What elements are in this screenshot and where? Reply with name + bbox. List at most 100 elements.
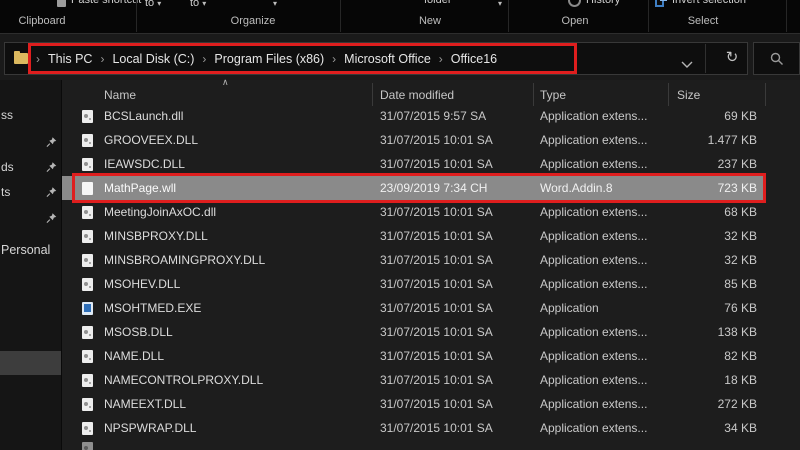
table-row[interactable]: MeetingJoinAxOC.dll 31/07/2015 10:01 SA … <box>62 200 765 224</box>
column-divider[interactable] <box>668 83 669 106</box>
file-name: MINSBROAMINGPROXY.DLL <box>104 253 380 267</box>
table-row[interactable]: GROOVEEX.DLL 31/07/2015 10:01 SA Applica… <box>62 128 765 152</box>
file-date: 31/07/2015 10:01 SA <box>380 349 540 363</box>
file-list: ∧ Name Date modified Type Size BCSLaunch… <box>62 80 800 450</box>
table-row[interactable]: MINSBPROXY.DLL 31/07/2015 10:01 SA Appli… <box>62 224 765 248</box>
chevron-down-icon[interactable]: ▾ <box>273 0 277 8</box>
ribbon-group-open: Open <box>525 15 625 27</box>
search-input[interactable] <box>753 42 800 75</box>
pin-icon[interactable] <box>46 135 57 153</box>
file-type: Application extens... <box>540 325 677 339</box>
refresh-icon[interactable]: ↻ <box>717 48 747 66</box>
file-name: MeetingJoinAxOC.dll <box>104 205 380 219</box>
paste-shortcut-icon <box>57 0 66 7</box>
paste-shortcut-button[interactable]: Paste shortcut <box>71 0 141 6</box>
chevron-right-icon: › <box>31 52 45 66</box>
ribbon-group-divider <box>340 0 341 32</box>
table-row[interactable]: NAMECONTROLPROXY.DLL 31/07/2015 10:01 SA… <box>62 368 765 392</box>
pin-icon[interactable] <box>46 185 57 203</box>
file-icon <box>82 254 93 267</box>
table-row[interactable]: MathPage.wll 23/09/2019 7:34 CH Word.Add… <box>62 176 765 200</box>
file-size: 32 KB <box>677 229 765 243</box>
file-icon <box>82 230 93 243</box>
folder-icon[interactable] <box>14 53 28 64</box>
table-row[interactable]: IEAWSDC.DLL 31/07/2015 10:01 SA Applicat… <box>62 152 765 176</box>
sidebar-item-quick-access[interactable]: ss <box>1 108 13 122</box>
file-date: 31/07/2015 9:57 SA <box>380 109 540 123</box>
ribbon-group-organize: Organize <box>203 15 303 27</box>
search-icon <box>770 52 784 66</box>
table-row[interactable]: MINSBROAMINGPROXY.DLL 31/07/2015 10:01 S… <box>62 248 765 272</box>
chevron-right-icon: › <box>434 52 448 66</box>
table-row[interactable]: NPSPWRAP.DLL 31/07/2015 10:01 SA Applica… <box>62 416 765 440</box>
file-type: Application extens... <box>540 349 677 363</box>
history-icon <box>568 0 581 7</box>
breadcrumb-office16[interactable]: Office16 <box>448 52 500 66</box>
column-header-type[interactable]: Type <box>540 88 677 102</box>
file-icon <box>82 158 93 171</box>
file-size: 237 KB <box>677 157 765 171</box>
file-icon <box>82 374 93 387</box>
file-name: MSOHEV.DLL <box>104 277 380 291</box>
sidebar-item-downloads[interactable]: ds <box>1 160 14 174</box>
file-date: 31/07/2015 10:01 SA <box>380 325 540 339</box>
column-header-date-modified[interactable]: Date modified <box>380 88 540 102</box>
table-row[interactable]: BCSLaunch.dll 31/07/2015 9:57 SA Applica… <box>62 104 765 128</box>
file-icon <box>82 350 93 363</box>
sidebar-item-onedrive-personal[interactable]: Personal <box>1 243 50 257</box>
new-folder-button[interactable]: folder <box>424 0 452 6</box>
table-row[interactable]: MSOSB.DLL 31/07/2015 10:01 SA Applicatio… <box>62 320 765 344</box>
column-divider[interactable] <box>533 83 534 106</box>
column-headers: Name Date modified Type Size <box>62 84 800 106</box>
file-icon <box>82 302 93 315</box>
breadcrumb-this-pc[interactable]: This PC <box>45 52 95 66</box>
file-rows: BCSLaunch.dll 31/07/2015 9:57 SA Applica… <box>62 104 765 440</box>
file-size: 18 KB <box>677 373 765 387</box>
column-divider[interactable] <box>372 83 373 106</box>
table-row[interactable]: MSOHEV.DLL 31/07/2015 10:01 SA Applicati… <box>62 272 765 296</box>
file-name: NPSPWRAP.DLL <box>104 421 380 435</box>
file-size: 76 KB <box>677 301 765 315</box>
file-name: BCSLaunch.dll <box>104 109 380 123</box>
file-icon <box>82 326 93 339</box>
file-size: 69 KB <box>677 109 765 123</box>
file-name: MathPage.wll <box>104 181 380 195</box>
column-header-name[interactable]: Name <box>104 88 380 102</box>
breadcrumb-program-files-x86[interactable]: Program Files (x86) <box>211 52 327 66</box>
file-size: 82 KB <box>677 349 765 363</box>
file-name: MSOHTMED.EXE <box>104 301 380 315</box>
sidebar-item-documents[interactable]: ts <box>1 185 10 199</box>
address-bar[interactable]: › This PC › Local Disk (C:) › Program Fi… <box>4 42 748 75</box>
breadcrumb-microsoft-office[interactable]: Microsoft Office <box>341 52 434 66</box>
table-row[interactable]: NAME.DLL 31/07/2015 10:01 SA Application… <box>62 344 765 368</box>
move-to-button[interactable]: to ▾ <box>145 0 161 9</box>
file-size: 272 KB <box>677 397 765 411</box>
file-size: 138 KB <box>677 325 765 339</box>
history-button[interactable]: History <box>586 0 620 6</box>
table-row[interactable]: NAMEEXT.DLL 31/07/2015 10:01 SA Applicat… <box>62 392 765 416</box>
sidebar-item-selected[interactable] <box>0 351 61 375</box>
file-date: 31/07/2015 10:01 SA <box>380 301 540 315</box>
invert-selection-button[interactable]: Invert selection <box>672 0 746 6</box>
chevron-down-icon[interactable] <box>681 55 693 73</box>
table-row[interactable]: MSOHTMED.EXE 31/07/2015 10:01 SA Applica… <box>62 296 765 320</box>
file-type: Application extens... <box>540 229 677 243</box>
chevron-down-icon[interactable]: ▾ <box>498 0 502 8</box>
file-date: 31/07/2015 10:01 SA <box>380 229 540 243</box>
file-type: Application extens... <box>540 205 677 219</box>
file-icon <box>82 110 93 123</box>
table-row-partial[interactable] <box>62 440 765 450</box>
copy-to-button[interactable]: to ▾ <box>190 0 206 9</box>
column-header-size[interactable]: Size <box>677 88 765 102</box>
invert-selection-icon <box>660 0 667 1</box>
file-type: Application extens... <box>540 277 677 291</box>
file-icon <box>82 206 93 219</box>
column-divider[interactable] <box>765 83 766 106</box>
file-type: Application extens... <box>540 133 677 147</box>
breadcrumb-local-disk-c[interactable]: Local Disk (C:) <box>109 52 197 66</box>
file-date: 31/07/2015 10:01 SA <box>380 205 540 219</box>
file-size: 85 KB <box>677 277 765 291</box>
pin-icon[interactable] <box>46 211 57 229</box>
pin-icon[interactable] <box>46 160 57 178</box>
file-icon <box>82 422 93 435</box>
